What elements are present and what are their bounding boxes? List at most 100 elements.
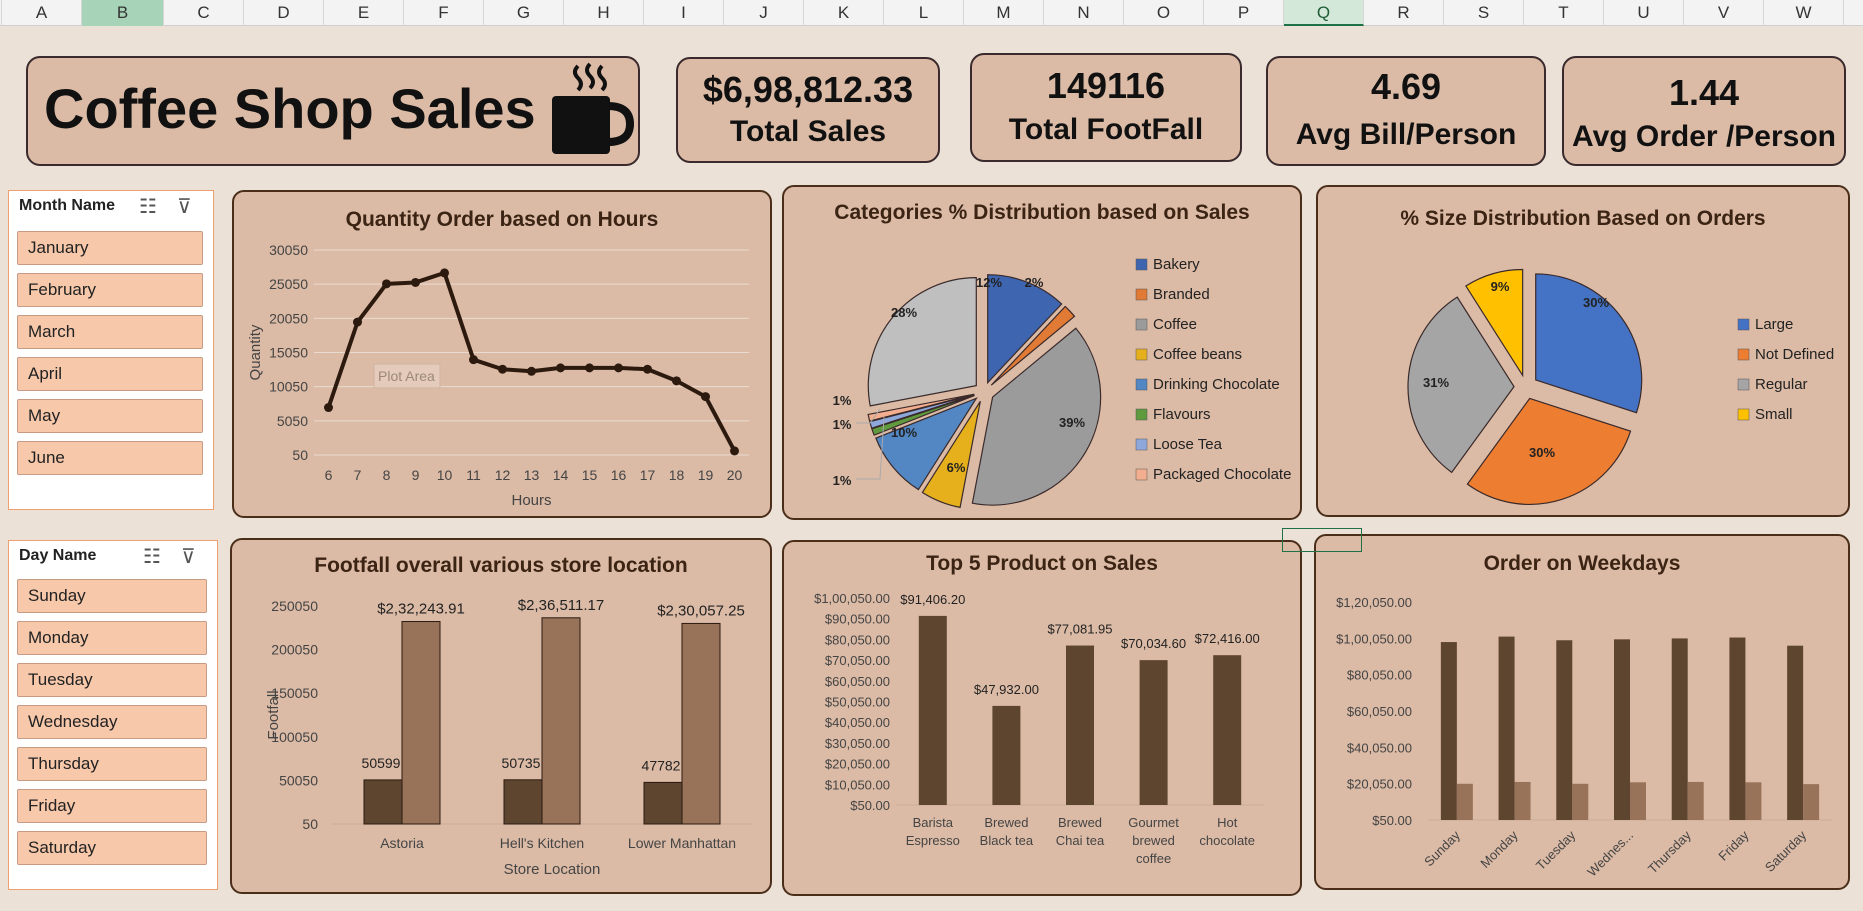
column-header-k[interactable]: K: [804, 0, 884, 26]
chart-categories-panel[interactable]: Categories % Distribution based on Sales…: [782, 185, 1302, 520]
y-tick-label: $20,050.00: [825, 757, 890, 772]
month-slicer[interactable]: Month Name ☷ ⊽ January February March April…: [8, 190, 214, 510]
bar: [918, 615, 947, 805]
y-tick-label: $50,050.00: [825, 695, 890, 710]
pie-data-label: 30%: [1583, 295, 1609, 310]
y-tick-label: $40,050.00: [1347, 740, 1412, 755]
pie-data-label: 2%: [1025, 275, 1044, 290]
slicer-item-january[interactable]: January: [17, 231, 203, 265]
slicer-item-monday[interactable]: Monday: [17, 621, 207, 655]
clear-filter-icon[interactable]: ⊽: [181, 544, 196, 569]
y-tick-label: 25050: [269, 276, 308, 292]
column-header-r[interactable]: R: [1364, 0, 1444, 26]
y-tick-label: $60,050.00: [825, 674, 890, 689]
data-point: [382, 279, 391, 289]
clear-filter-icon[interactable]: ⊽: [177, 194, 192, 219]
selected-cell[interactable]: [1282, 528, 1362, 552]
bar: [1066, 645, 1094, 805]
kpi-value: 4.69: [1370, 66, 1442, 107]
column-header-c[interactable]: C: [164, 0, 244, 26]
slicer-item-tuesday[interactable]: Tuesday: [17, 663, 207, 697]
y-tick-label: 5050: [277, 413, 308, 429]
column-header-m[interactable]: M: [964, 0, 1044, 26]
pie-data-label: 1%: [833, 417, 852, 432]
data-point: [730, 446, 739, 456]
slicer-item-may[interactable]: May: [17, 399, 203, 433]
legend-swatch: [1135, 258, 1148, 271]
x-tick-label: 19: [698, 467, 714, 483]
legend-label: Regular: [1755, 376, 1808, 393]
legend-swatch: [1737, 408, 1750, 421]
kpi-avg-order: 1.44 Avg Order /Person: [1562, 56, 1846, 166]
legend-label: Not Defined: [1755, 346, 1834, 363]
data-point: [527, 366, 536, 376]
slicer-item-june[interactable]: June: [17, 441, 203, 475]
coffee-cup-icon: [552, 62, 635, 154]
column-header-p[interactable]: P: [1204, 0, 1284, 26]
slicer-item-sunday[interactable]: Sunday: [17, 579, 207, 613]
column-header-e[interactable]: E: [324, 0, 404, 26]
chart-size-panel[interactable]: % Size Distribution Based on Orders 30% 3…: [1316, 185, 1850, 517]
legend-swatch: [1737, 318, 1750, 331]
y-tick-label: 50: [302, 816, 318, 832]
x-tick-label: 10: [437, 467, 453, 483]
pie-data-label: 28%: [891, 305, 917, 320]
slicer-item-march[interactable]: March: [17, 315, 203, 349]
column-header-bar: ABCDEFGHIJKLMNOPQRSTUVW: [0, 0, 1863, 26]
footfall-bar-chart: 250050200050150050100050500505050599$2,3…: [265, 597, 752, 878]
weekdays-bar-chart: $1,20,050.00 $1,00,050.00 $80,050.00 $60,05…: [1336, 595, 1832, 879]
chart-hours-panel[interactable]: Quantity Order based on Hours 30050 25050…: [232, 190, 772, 518]
column-header-j[interactable]: J: [724, 0, 804, 26]
slicer-item-february[interactable]: February: [17, 273, 203, 307]
column-header-t[interactable]: T: [1524, 0, 1604, 26]
y-tick-label: $10,050.00: [825, 777, 890, 792]
column-header-v[interactable]: V: [1684, 0, 1764, 26]
column-header-u[interactable]: U: [1604, 0, 1684, 26]
column-header-b[interactable]: B: [82, 0, 164, 26]
x-tick-label: 14: [553, 467, 569, 483]
slicer-item-april[interactable]: April: [17, 357, 203, 391]
pie-data-label: 39%: [1059, 415, 1085, 430]
column-header-g[interactable]: G: [484, 0, 564, 26]
pie-data-label: 6%: [947, 460, 966, 475]
multi-select-icon[interactable]: ☷: [139, 194, 157, 219]
y-tick-label: 30050: [269, 242, 308, 258]
y-tick-label: $80,050.00: [825, 632, 890, 647]
column-header-f[interactable]: F: [404, 0, 484, 26]
day-slicer[interactable]: Day Name ☷ ⊽ Sunday Monday Tuesday Wednesda…: [8, 540, 218, 890]
column-header-l[interactable]: L: [884, 0, 964, 26]
column-header-w[interactable]: W: [1764, 0, 1844, 26]
legend-swatch: [1135, 408, 1148, 421]
y-axis-title: Quantity: [247, 324, 264, 380]
y-tick-label: $20,050.00: [1347, 777, 1412, 792]
chart-weekdays-panel[interactable]: Order on Weekdays $1,20,050.00 $1,00,050.…: [1314, 534, 1850, 890]
column-header-o[interactable]: O: [1124, 0, 1204, 26]
legend-label: Drinking Chocolate: [1153, 376, 1280, 393]
slicer-item-friday[interactable]: Friday: [17, 789, 207, 823]
slicer-item-saturday[interactable]: Saturday: [17, 831, 207, 865]
chart-top5-panel[interactable]: Top 5 Product on Sales $1,00,050.00 $90,0…: [782, 540, 1302, 896]
x-tick-label: brewed: [1132, 833, 1175, 848]
y-tick-label: 20050: [269, 310, 308, 326]
data-point: [556, 363, 565, 373]
y-tick-label: $40,050.00: [825, 715, 890, 730]
legend-label: Flavours: [1153, 406, 1211, 423]
kpi-label: Avg Bill/Person: [1295, 118, 1517, 151]
chart-footfall-panel[interactable]: Footfall overall various store location …: [230, 538, 772, 894]
column-header-s[interactable]: S: [1444, 0, 1524, 26]
column-header-a[interactable]: A: [2, 0, 82, 26]
column-header-n[interactable]: N: [1044, 0, 1124, 26]
bar: [1745, 782, 1762, 820]
column-header-q[interactable]: Q: [1284, 0, 1364, 26]
column-header-i[interactable]: I: [644, 0, 724, 26]
column-header-h[interactable]: H: [564, 0, 644, 26]
slicer-header: Day Name: [19, 547, 97, 564]
x-tick-label: Brewed: [1058, 815, 1102, 830]
slicer-item-wednesday[interactable]: Wednesday: [17, 705, 207, 739]
x-tick-label: 6: [325, 467, 333, 483]
y-tick-label: 250050: [271, 598, 318, 614]
legend-swatch: [1737, 348, 1750, 361]
column-header-d[interactable]: D: [244, 0, 324, 26]
multi-select-icon[interactable]: ☷: [143, 544, 161, 569]
slicer-item-thursday[interactable]: Thursday: [17, 747, 207, 781]
